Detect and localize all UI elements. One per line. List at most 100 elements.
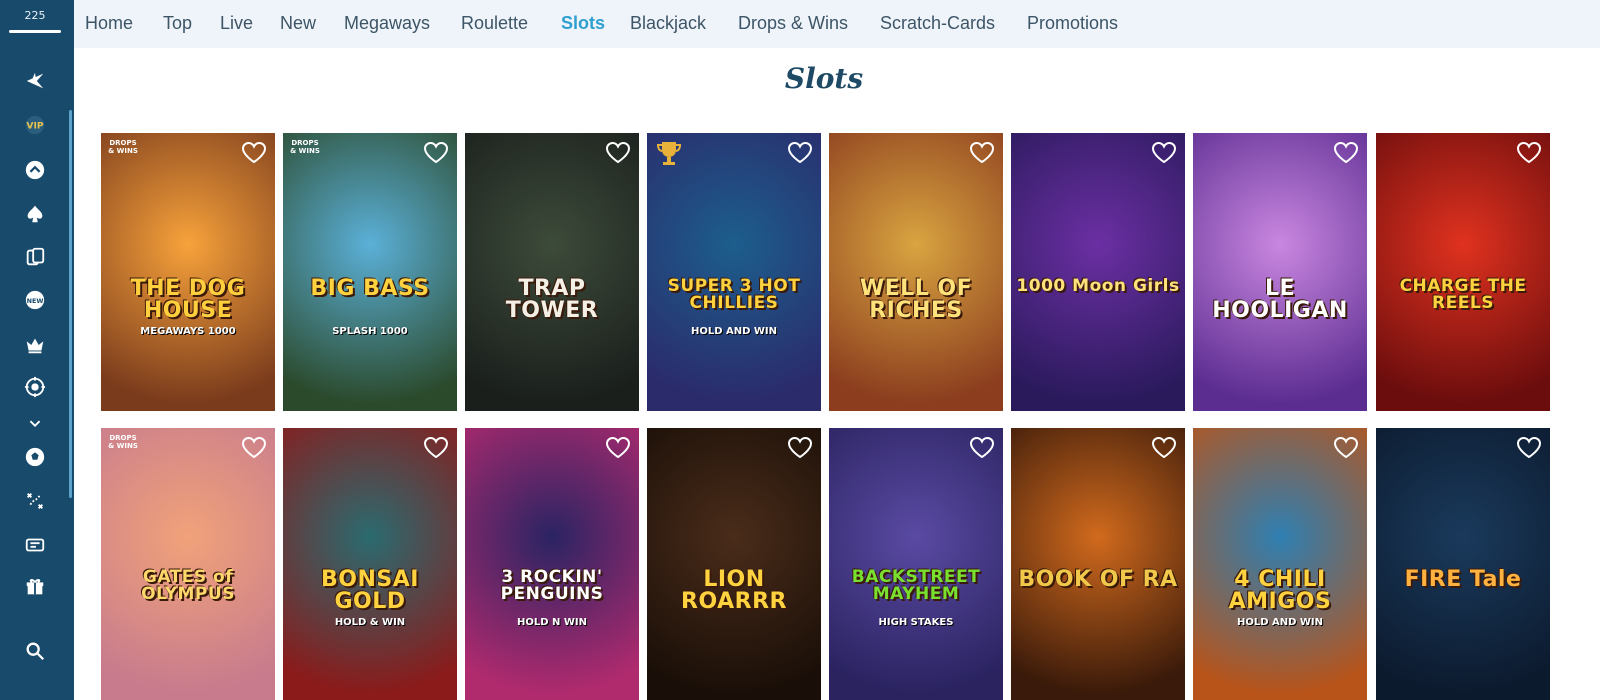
game-subtitle: SPLASH 1000 — [332, 326, 408, 337]
game-subtitle: MEGAWAYS 1000 — [140, 326, 236, 337]
crown-icon[interactable] — [17, 330, 53, 360]
chevron-down-icon[interactable] — [17, 408, 53, 438]
nav-top[interactable]: Top — [163, 13, 192, 34]
game-artwork — [465, 133, 639, 411]
favorite-heart-icon[interactable] — [241, 141, 267, 165]
game-subtitle: HOLD & WIN — [334, 617, 406, 628]
game-tile[interactable]: DROPS & WINS THE DOG HOUSE MEGAWAYS 1000 — [101, 133, 275, 411]
game-subtitle: HOLD AND WIN — [1236, 617, 1324, 628]
game-title: BOOK OF RA — [1018, 567, 1178, 592]
favorite-heart-icon[interactable] — [605, 436, 631, 460]
game-tile[interactable]: WELL OF RICHES — [829, 133, 1003, 411]
game-title: 1000 Moon Girls — [1016, 276, 1180, 296]
game-tile[interactable]: BACKSTREET MAYHEM HIGH STAKES — [829, 428, 1003, 700]
favorite-heart-icon[interactable] — [787, 141, 813, 165]
game-tile[interactable]: DROPS & WINS BIG BASS SPLASH 1000 — [283, 133, 457, 411]
balance-underline — [9, 30, 61, 33]
favorite-heart-icon[interactable] — [1516, 436, 1542, 460]
game-title: 3 ROCKIN' PENGUINS — [500, 567, 604, 604]
favorite-heart-icon[interactable] — [605, 141, 631, 165]
cards-icon[interactable] — [17, 242, 53, 272]
spade-icon[interactable] — [17, 199, 53, 229]
game-artwork — [829, 428, 1003, 700]
game-artwork — [283, 428, 457, 700]
favorite-heart-icon[interactable] — [241, 436, 267, 460]
game-tile[interactable]: 1000 Moon Girls — [1011, 133, 1185, 411]
nav-live[interactable]: Live — [220, 13, 253, 34]
new-badge-icon[interactable]: NEW — [17, 285, 53, 315]
svg-text:VIP: VIP — [26, 121, 43, 132]
game-title: BIG BASS — [310, 276, 430, 301]
favorite-heart-icon[interactable] — [423, 141, 449, 165]
star-plane-icon[interactable] — [17, 66, 53, 96]
nav-megaways[interactable]: Megaways — [344, 13, 430, 34]
game-title: LION ROARRR — [681, 567, 787, 614]
game-title: CHARGE THE REELS — [1399, 276, 1527, 313]
favorite-heart-icon[interactable] — [423, 436, 449, 460]
game-title: BACKSTREET MAYHEM — [851, 567, 981, 604]
game-artwork — [1011, 428, 1185, 700]
soccer-ball-icon[interactable] — [17, 442, 53, 472]
favorite-heart-icon[interactable] — [1333, 436, 1359, 460]
top-navigation: Home Top Live New Megaways Roulette Slot… — [74, 0, 1600, 48]
favorite-heart-icon[interactable] — [1333, 141, 1359, 165]
game-title: BONSAI GOLD — [321, 567, 419, 614]
favorite-heart-icon[interactable] — [969, 141, 995, 165]
game-title: WELL OF RICHES — [859, 276, 973, 323]
game-tile[interactable]: CHARGE THE REELS — [1376, 133, 1550, 411]
nav-blackjack[interactable]: Blackjack — [630, 13, 706, 34]
vip-icon[interactable]: VIP — [17, 110, 53, 140]
nav-scratch-cards[interactable]: Scratch-Cards — [880, 13, 995, 34]
game-title: SUPER 3 HOT CHILLIES — [667, 276, 801, 313]
favorite-heart-icon[interactable] — [969, 436, 995, 460]
game-tile[interactable]: 4 CHILI AMIGOS HOLD AND WIN — [1193, 428, 1367, 700]
game-title: LE HOOLIGAN — [1212, 276, 1348, 323]
game-tile[interactable]: LION ROARRR — [647, 428, 821, 700]
game-title: FIRE Tale — [1404, 567, 1522, 592]
chevron-up-circle-icon[interactable] — [17, 155, 53, 185]
game-tile[interactable]: TRAP TOWER — [465, 133, 639, 411]
sidebar-scrollbar[interactable] — [69, 110, 72, 498]
game-artwork — [1193, 133, 1367, 411]
nav-home[interactable]: Home — [85, 13, 133, 34]
favorite-heart-icon[interactable] — [1516, 141, 1542, 165]
game-tile[interactable]: LE HOOLIGAN — [1193, 133, 1367, 411]
nav-roulette[interactable]: Roulette — [461, 13, 528, 34]
nav-slots[interactable]: Slots — [561, 13, 605, 34]
search-icon[interactable] — [17, 636, 53, 666]
game-tile[interactable]: 3 ROCKIN' PENGUINS HOLD N WIN — [465, 428, 639, 700]
game-artwork — [283, 133, 457, 411]
game-artwork — [647, 133, 821, 411]
nav-promotions[interactable]: Promotions — [1027, 13, 1118, 34]
game-tile[interactable]: FIRE Tale — [1376, 428, 1550, 700]
game-title: 4 CHILI AMIGOS — [1228, 567, 1332, 614]
ticket-icon[interactable] — [17, 530, 53, 560]
roulette-icon[interactable] — [17, 372, 53, 402]
game-artwork — [1376, 428, 1550, 700]
game-subtitle: HOLD AND WIN — [690, 326, 778, 337]
game-tile[interactable]: SUPER 3 HOT CHILLIES HOLD AND WIN — [647, 133, 821, 411]
game-artwork — [829, 133, 1003, 411]
nav-drops-and-wins[interactable]: Drops & Wins — [738, 13, 848, 34]
game-title: TRAP TOWER — [505, 276, 599, 323]
game-tile[interactable]: BONSAI GOLD HOLD & WIN — [283, 428, 457, 700]
game-title: GATES of OLYMPUS — [141, 567, 235, 604]
sidebar: 225 VIP NEW — [0, 0, 74, 700]
game-artwork — [465, 428, 639, 700]
nav-new[interactable]: New — [280, 13, 316, 34]
game-artwork — [647, 428, 821, 700]
game-tile[interactable]: BOOK OF RA — [1011, 428, 1185, 700]
game-title: THE DOG HOUSE — [130, 276, 246, 323]
balance-display[interactable]: 225 — [0, 9, 70, 22]
drops-and-wins-badge: DROPS & WINS — [108, 434, 138, 450]
favorite-heart-icon[interactable] — [787, 436, 813, 460]
game-tile[interactable]: DROPS & WINS GATES of OLYMPUS — [101, 428, 275, 700]
svg-text:NEW: NEW — [27, 297, 44, 305]
game-artwork — [1011, 133, 1185, 411]
game-artwork — [101, 133, 275, 411]
tactics-icon[interactable] — [17, 486, 53, 516]
game-artwork — [101, 428, 275, 700]
favorite-heart-icon[interactable] — [1151, 141, 1177, 165]
favorite-heart-icon[interactable] — [1151, 436, 1177, 460]
gift-icon[interactable] — [17, 572, 53, 602]
